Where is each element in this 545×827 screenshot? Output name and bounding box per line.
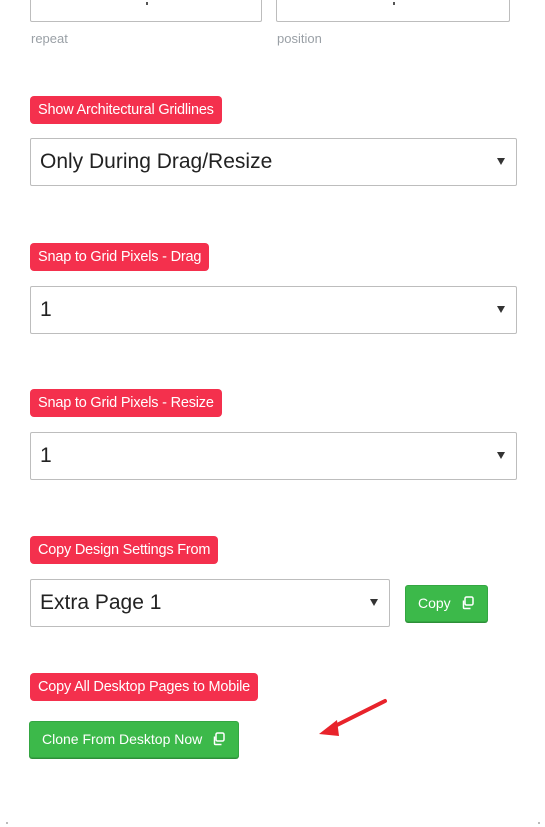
chevron-down-icon <box>497 158 505 165</box>
input-cursor-mark <box>146 2 148 5</box>
copy-button-label: Copy <box>418 595 451 611</box>
snap-resize-label: Snap to Grid Pixels - Resize <box>30 389 222 417</box>
chevron-down-icon <box>497 306 505 313</box>
copy-design-label: Copy Design Settings From <box>30 536 219 564</box>
chevron-down-icon <box>497 452 505 459</box>
gridlines-label: Show Architectural Gridlines <box>30 96 222 124</box>
gridlines-select[interactable]: Only During Drag/Resize <box>30 138 517 186</box>
copy-design-selected-value: Extra Page 1 <box>40 591 162 614</box>
copy-icon <box>461 588 475 623</box>
clone-button-label: Clone From Desktop Now <box>42 731 203 747</box>
snap-resize-select[interactable]: 1 <box>30 432 517 480</box>
corner-mark <box>538 822 540 824</box>
input-cursor-mark <box>393 2 395 5</box>
position-label: position <box>277 31 322 46</box>
snap-drag-label: Snap to Grid Pixels - Drag <box>30 243 210 271</box>
chevron-down-icon <box>370 599 378 606</box>
gridlines-selected-value: Only During Drag/Resize <box>40 150 273 173</box>
snap-resize-selected-value: 1 <box>40 444 52 467</box>
copy-all-label: Copy All Desktop Pages to Mobile <box>30 673 259 701</box>
copy-button[interactable]: Copy <box>405 585 488 622</box>
snap-drag-select[interactable]: 1 <box>30 286 517 334</box>
position-input[interactable] <box>276 0 510 22</box>
repeat-label: repeat <box>31 31 68 46</box>
red-arrow-icon <box>315 696 390 738</box>
clone-from-desktop-button[interactable]: Clone From Desktop Now <box>29 721 240 759</box>
copy-icon <box>212 724 226 759</box>
copy-design-select[interactable]: Extra Page 1 <box>30 579 390 627</box>
corner-mark <box>6 822 8 824</box>
snap-drag-selected-value: 1 <box>40 298 52 321</box>
repeat-input[interactable] <box>30 0 262 22</box>
